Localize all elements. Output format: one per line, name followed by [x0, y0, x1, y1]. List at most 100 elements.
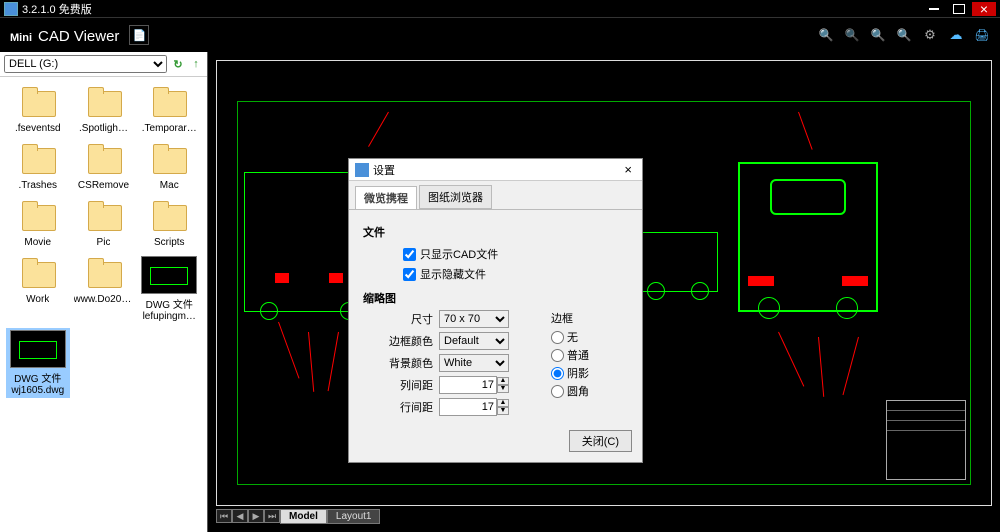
folder-icon: [82, 85, 126, 121]
lbl-col-gap: 列间距: [363, 377, 433, 393]
drive-select[interactable]: DELL (G:): [4, 55, 167, 73]
tab-model[interactable]: Model: [280, 509, 327, 524]
border-group-label: 边框: [551, 310, 589, 326]
dialog-close-button[interactable]: 关闭(C): [569, 430, 632, 452]
file-label: Scripts: [154, 237, 185, 248]
row-gap-input[interactable]: [439, 398, 497, 416]
tab-nav-last[interactable]: ⏭: [264, 509, 280, 523]
folder-item[interactable]: .fseventsd: [6, 83, 70, 136]
logo-sub: CAD Viewer: [38, 28, 119, 45]
folder-icon: [147, 142, 191, 178]
zoom-in-icon[interactable]: [818, 27, 834, 43]
zoom-out-icon[interactable]: [844, 27, 860, 43]
dwg-file-item[interactable]: DWG 文件wj1605.dwg: [6, 328, 70, 398]
tab-layout1[interactable]: Layout1: [327, 509, 381, 524]
dialog-titlebar[interactable]: 设置 ×: [349, 159, 642, 181]
open-file-button[interactable]: 📄: [129, 25, 149, 45]
folder-item[interactable]: .Trashes: [6, 140, 70, 193]
bg-color-select[interactable]: White: [439, 354, 509, 372]
sheet-tabs: ⏮ ◀ ▶ ⏭ Model Layout1: [216, 508, 992, 524]
dwg-thumb-icon: [10, 330, 66, 368]
folder-icon: [16, 142, 60, 178]
vehicle-side-view: [638, 232, 718, 292]
folder-item[interactable]: Scripts: [138, 197, 202, 250]
row-gap-up[interactable]: ▲: [497, 399, 509, 407]
window-title: 3.2.1.0 免费版: [22, 1, 921, 17]
radio-border-normal[interactable]: 普通: [551, 346, 589, 364]
section-thumb-label: 缩略图: [363, 290, 628, 306]
cloud-icon[interactable]: [948, 27, 964, 43]
dwg-file-item[interactable]: DWG 文件lefupingm…: [138, 254, 202, 324]
tab-nav-next[interactable]: ▶: [248, 509, 264, 523]
settings-icon[interactable]: [922, 27, 938, 43]
file-label: www.Do201…: [74, 294, 134, 305]
title-block: [886, 400, 966, 480]
dialog-tab-browser[interactable]: 微览携程: [355, 186, 417, 210]
file-browser: DELL (G:) .fseventsd .Spotligh… .Temporar……: [0, 52, 208, 532]
file-label: .Temporar…: [142, 123, 197, 134]
folder-item[interactable]: Mac: [138, 140, 202, 193]
refresh-icon[interactable]: [171, 57, 185, 71]
dialog-tab-viewer[interactable]: 图纸浏览器: [419, 185, 492, 209]
status-bar: G:\wj1605.dwg: [8, 519, 74, 530]
zoom-extents-icon[interactable]: [896, 27, 912, 43]
file-sublabel: wj1605.dwg: [11, 385, 64, 396]
file-label: Pic: [97, 237, 111, 248]
radio-border-round[interactable]: 圆角: [551, 382, 589, 400]
border-style-group: 边框 无 普通 阴影 圆角: [551, 310, 589, 400]
dialog-tabs: 微览携程 图纸浏览器: [349, 181, 642, 209]
file-sublabel: lefupingm…: [143, 311, 196, 322]
close-button[interactable]: [972, 2, 996, 16]
col-gap-down[interactable]: ▼: [497, 385, 509, 393]
minimize-button[interactable]: [922, 2, 946, 16]
folder-item[interactable]: CSRemove: [72, 140, 136, 193]
folder-icon: [147, 199, 191, 235]
lbl-border-color: 边框颜色: [363, 333, 433, 349]
titlebar: 3.2.1.0 免费版: [0, 0, 1000, 18]
folder-item[interactable]: .Temporar…: [138, 83, 202, 136]
folder-icon: [147, 85, 191, 121]
app-icon: [4, 2, 18, 16]
logo-main: Mini: [10, 32, 32, 44]
dwg-thumb-icon: [141, 256, 197, 294]
folder-icon: [16, 199, 60, 235]
header: Mini CAD Viewer 📄: [0, 18, 1000, 52]
radio-border-none[interactable]: 无: [551, 328, 589, 346]
print-icon[interactable]: [974, 27, 990, 43]
radio-border-shadow[interactable]: 阴影: [551, 364, 589, 382]
chk-show-hidden[interactable]: 显示隐藏文件: [403, 266, 628, 282]
folder-item[interactable]: Work: [6, 254, 70, 324]
folder-item[interactable]: Pic: [72, 197, 136, 250]
row-gap-down[interactable]: ▼: [497, 407, 509, 415]
dialog-title: 设置: [373, 162, 620, 178]
folder-icon: [16, 85, 60, 121]
section-file-label: 文件: [363, 224, 628, 240]
dialog-close-icon[interactable]: ×: [620, 162, 636, 177]
lbl-size: 尺寸: [363, 311, 433, 327]
file-label: .fseventsd: [15, 123, 61, 134]
size-select[interactable]: 70 x 70: [439, 310, 509, 328]
lbl-row-gap: 行间距: [363, 399, 433, 415]
col-gap-input[interactable]: [439, 376, 497, 394]
lbl-bg-color: 背景颜色: [363, 355, 433, 371]
zoom-fit-icon[interactable]: [870, 27, 886, 43]
file-label: Movie: [24, 237, 51, 248]
file-label: DWG 文件: [14, 370, 61, 385]
drive-row: DELL (G:): [0, 52, 207, 77]
col-gap-up[interactable]: ▲: [497, 377, 509, 385]
tab-nav-prev[interactable]: ◀: [232, 509, 248, 523]
border-color-select[interactable]: Default: [439, 332, 509, 350]
folder-item[interactable]: Movie: [6, 197, 70, 250]
file-label: .Trashes: [18, 180, 57, 191]
folder-icon: [82, 256, 126, 292]
folder-item[interactable]: .Spotligh…: [72, 83, 136, 136]
maximize-button[interactable]: [947, 2, 971, 16]
vehicle-rear-view: [738, 162, 878, 312]
up-folder-icon[interactable]: [189, 57, 203, 71]
file-label: DWG 文件: [146, 296, 193, 311]
chk-only-cad[interactable]: 只显示CAD文件: [403, 246, 628, 262]
file-label: .Spotligh…: [79, 123, 128, 134]
folder-icon: [82, 142, 126, 178]
folder-item[interactable]: www.Do201…: [72, 254, 136, 324]
tab-nav-first[interactable]: ⏮: [216, 509, 232, 523]
